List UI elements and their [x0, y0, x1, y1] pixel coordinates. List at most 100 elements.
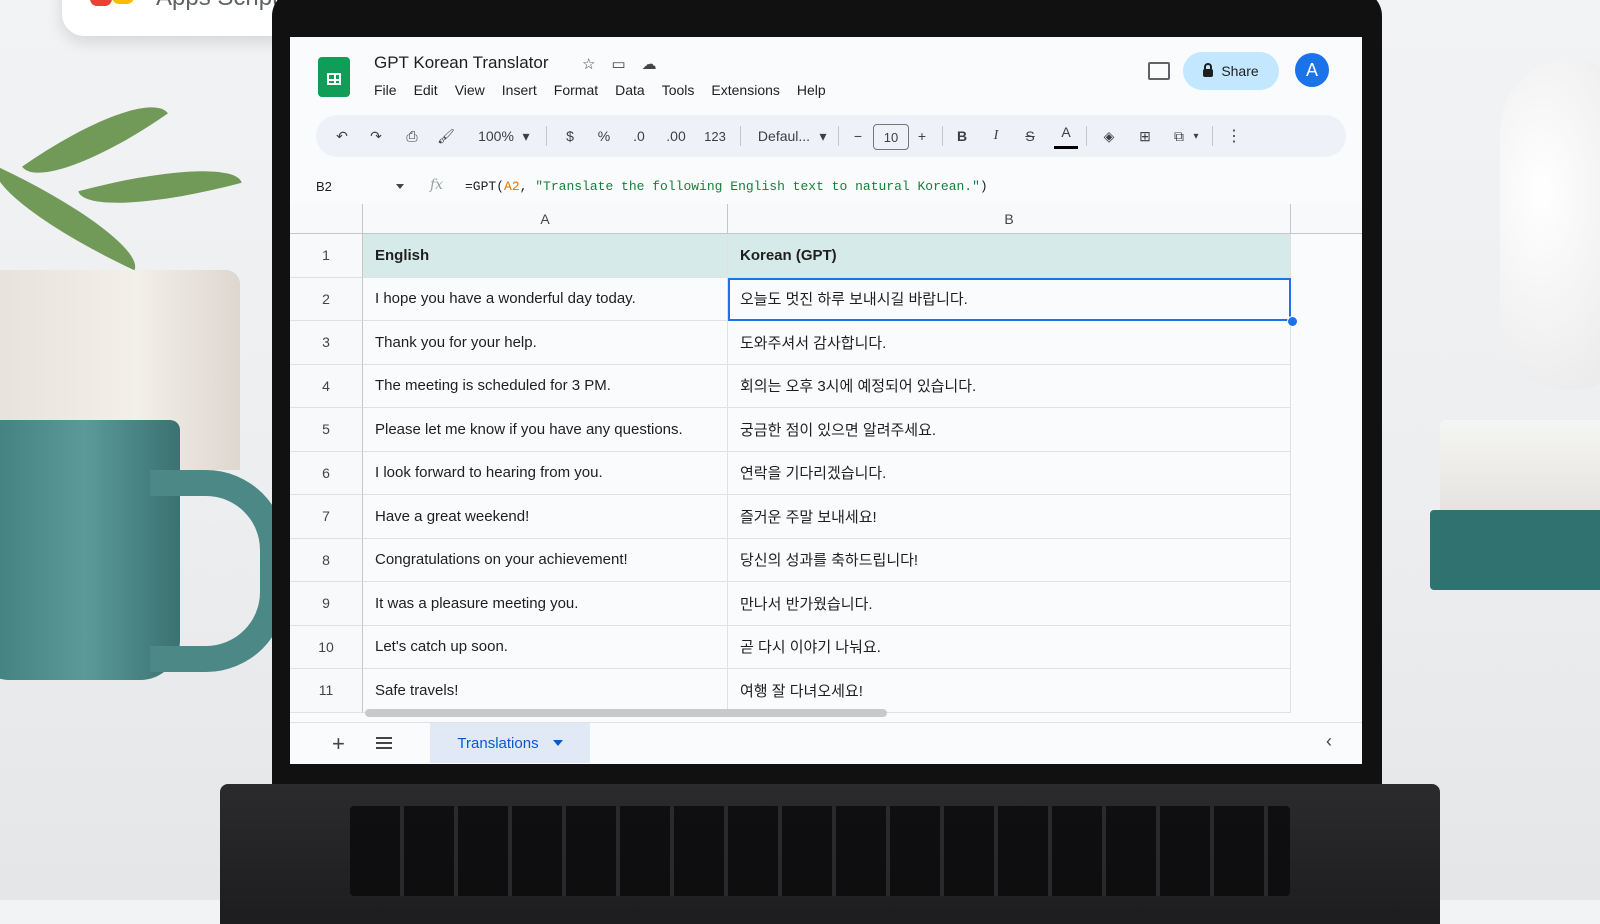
paint-format-icon[interactable]: 🖌	[434, 115, 458, 157]
table-row: 8 Congratulations on your achievement! 당신의…	[290, 538, 1300, 582]
merge-cells-icon[interactable]: ⧉	[1168, 115, 1190, 157]
toolbar: ↶ ↷ ⎙ 🖌 100% ▾ $ % .0 .00 123 Defaul... …	[316, 115, 1346, 157]
row-number[interactable]: 3	[290, 321, 363, 365]
sheets-window: GPT Korean Translator ☆ ▭ ☁ File Edit Vi…	[290, 37, 1362, 764]
book	[1440, 420, 1600, 520]
formula-input[interactable]: =GPT(A2, "Translate the following Englis…	[465, 179, 988, 194]
menu-help[interactable]: Help	[797, 82, 826, 98]
font-size-input[interactable]: 10	[873, 124, 909, 150]
menu-view[interactable]: View	[455, 82, 485, 98]
cell-a[interactable]: English	[363, 234, 728, 278]
chevron-down-icon[interactable]: ▾	[816, 115, 830, 157]
header-row: 1 English Korean (GPT)	[290, 234, 1300, 278]
borders-icon[interactable]: ⊞	[1134, 115, 1156, 157]
chevron-down-icon[interactable]	[552, 740, 563, 746]
cell-a[interactable]: Safe travels!	[363, 669, 728, 713]
increase-font-size-button[interactable]: +	[912, 115, 932, 157]
cell-b[interactable]: 오늘도 멋진 하루 보내시길 바랍니다.	[728, 277, 1291, 321]
cell-b[interactable]: 연락을 기다리겠습니다.	[728, 451, 1291, 495]
zoom-select[interactable]: 100%	[474, 115, 518, 157]
chevron-down-icon[interactable]: ▾	[1190, 115, 1202, 157]
row-number[interactable]: 5	[290, 408, 363, 452]
cell-a[interactable]: Congratulations on your achievement!	[363, 538, 728, 582]
cell-b[interactable]: 회의는 오후 3시에 예정되어 있습니다.	[728, 364, 1291, 408]
select-all-corner[interactable]	[290, 204, 363, 234]
sheets-logo-icon[interactable]	[318, 57, 350, 97]
row-number[interactable]: 7	[290, 495, 363, 539]
vase	[1500, 60, 1600, 390]
text-color-button[interactable]: A	[1054, 117, 1078, 149]
sheet-tab-translations[interactable]: Translations	[430, 723, 590, 763]
add-sheet-icon[interactable]: +	[332, 731, 345, 757]
menu-tools[interactable]: Tools	[662, 82, 695, 98]
italic-button[interactable]: I	[986, 115, 1006, 157]
undo-icon[interactable]: ↶	[330, 115, 354, 157]
comments-icon[interactable]	[1148, 62, 1170, 80]
cell-a[interactable]: The meeting is scheduled for 3 PM.	[363, 364, 728, 408]
cell-b[interactable]: 도와주셔서 감사합니다.	[728, 321, 1291, 365]
more-formats-button[interactable]: 123	[700, 115, 730, 157]
column-header-b[interactable]: B	[728, 204, 1291, 234]
column-header-a[interactable]: A	[363, 204, 728, 234]
cell-b[interactable]: 만나서 반가웠습니다.	[728, 582, 1291, 626]
decrease-decimal-button[interactable]: .0	[626, 115, 652, 157]
cloud-status-icon[interactable]: ☁	[642, 55, 657, 73]
horizontal-scrollbar[interactable]	[365, 709, 887, 717]
cell-b[interactable]: 즐거운 주말 보내세요!	[728, 495, 1291, 539]
row-number[interactable]: 4	[290, 364, 363, 408]
cell-b[interactable]: 여행 잘 다녀오세요!	[728, 669, 1291, 713]
row-number[interactable]: 2	[290, 277, 363, 321]
fill-color-icon[interactable]: ◈	[1098, 115, 1120, 157]
table-row: 2I hope you have a wonderful day today. 오…	[290, 277, 1300, 321]
all-sheets-menu-icon[interactable]	[376, 737, 392, 749]
row-number[interactable]: 10	[290, 625, 363, 669]
cell-b[interactable]: 당신의 성과를 축하드립니다!	[728, 538, 1291, 582]
column-header-c[interactable]	[1291, 204, 1362, 234]
chevron-left-icon[interactable]: ‹	[1326, 731, 1332, 752]
cell-b[interactable]: 궁금한 점이 있으면 알려주세요.	[728, 408, 1291, 452]
chevron-down-icon[interactable]	[396, 184, 404, 189]
bold-button[interactable]: B	[952, 115, 972, 157]
menu-insert[interactable]: Insert	[502, 82, 537, 98]
title-bar: GPT Korean Translator ☆ ▭ ☁ File Edit Vi…	[290, 37, 1362, 117]
menu-extensions[interactable]: Extensions	[711, 82, 779, 98]
account-avatar[interactable]: A	[1295, 53, 1329, 87]
cell-b[interactable]: Korean (GPT)	[728, 234, 1291, 278]
cell-a[interactable]: It was a pleasure meeting you.	[363, 582, 728, 626]
menu-data[interactable]: Data	[615, 82, 645, 98]
cell-a[interactable]: Please let me know if you have any quest…	[363, 408, 728, 452]
menu-format[interactable]: Format	[554, 82, 598, 98]
row-number[interactable]: 11	[290, 669, 363, 713]
fill-handle[interactable]	[1287, 316, 1298, 327]
cell-a[interactable]: Thank you for your help.	[363, 321, 728, 365]
sheet-tab-bar: + Translations ‹	[290, 722, 1362, 764]
plant-leaf	[78, 149, 242, 225]
document-title[interactable]: GPT Korean Translator	[374, 53, 549, 73]
redo-icon[interactable]: ↷	[364, 115, 388, 157]
strikethrough-button[interactable]: S	[1020, 115, 1040, 157]
chevron-down-icon[interactable]: ▾	[520, 115, 532, 157]
name-box[interactable]: B2	[316, 179, 332, 194]
menu-edit[interactable]: Edit	[414, 82, 438, 98]
row-number[interactable]: 9	[290, 582, 363, 626]
percent-format-button[interactable]: %	[594, 115, 614, 157]
currency-format-button[interactable]: $	[560, 115, 580, 157]
cell-b[interactable]: 곧 다시 이야기 나눠요.	[728, 625, 1291, 669]
move-folder-icon[interactable]: ▭	[611, 55, 625, 73]
font-family-select[interactable]: Defaul...	[752, 115, 816, 157]
print-icon[interactable]: ⎙	[400, 115, 424, 157]
row-number[interactable]: 8	[290, 538, 363, 582]
decrease-font-size-button[interactable]: −	[848, 115, 868, 157]
share-button[interactable]: Share	[1183, 52, 1279, 90]
cell-a[interactable]: I hope you have a wonderful day today.	[363, 277, 728, 321]
more-options-icon[interactable]: ⋮	[1224, 115, 1244, 157]
increase-decimal-button[interactable]: .00	[662, 115, 690, 157]
star-icon[interactable]: ☆	[582, 55, 595, 73]
cell-a[interactable]: Let's catch up soon.	[363, 625, 728, 669]
row-number[interactable]: 6	[290, 451, 363, 495]
share-label: Share	[1221, 63, 1259, 79]
cell-a[interactable]: Have a great weekend!	[363, 495, 728, 539]
row-number[interactable]: 1	[290, 234, 363, 278]
cell-a[interactable]: I look forward to hearing from you.	[363, 451, 728, 495]
menu-file[interactable]: File	[374, 82, 397, 98]
